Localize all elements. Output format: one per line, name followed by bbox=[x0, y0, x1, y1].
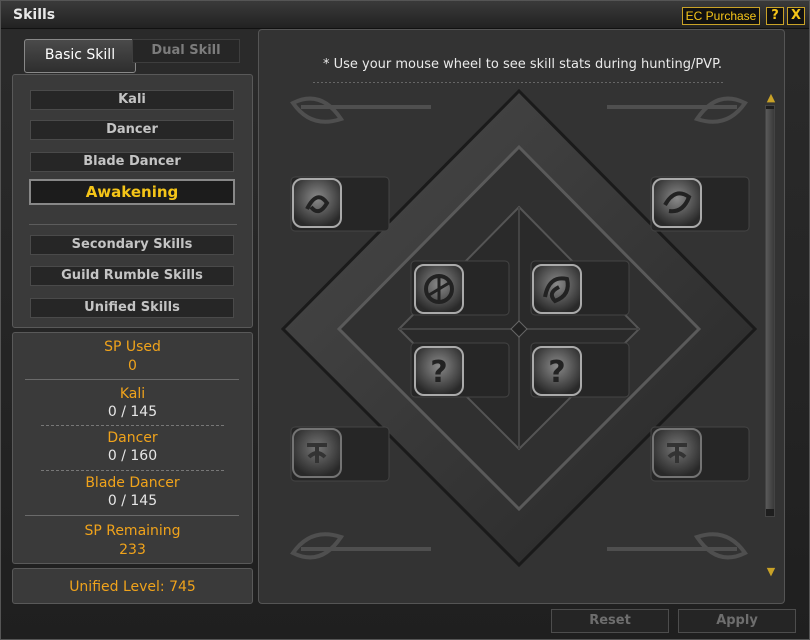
question-mark-icon: ? bbox=[548, 355, 565, 390]
nav-item-kali[interactable]: Kali bbox=[30, 90, 234, 110]
skill-slot-bottom-left[interactable] bbox=[292, 428, 342, 478]
nav-item-guild-rumble-skills[interactable]: Guild Rumble Skills bbox=[30, 266, 234, 286]
skill-slot-inner-top-left[interactable] bbox=[414, 264, 464, 314]
nav-item-awakening[interactable]: Awakening bbox=[29, 179, 235, 205]
nav-item-secondary-skills[interactable]: Secondary Skills bbox=[30, 235, 234, 255]
blade-dancer-sp-label: Blade Dancer bbox=[85, 475, 180, 491]
apply-button[interactable]: Apply bbox=[678, 609, 796, 633]
kali-sp-value: 0 / 145 bbox=[107, 404, 158, 420]
skill-tree-diagram: ? ? bbox=[281, 89, 757, 567]
sp-used-value: 0 bbox=[128, 358, 137, 374]
nav-item-unified-skills[interactable]: Unified Skills bbox=[30, 298, 234, 318]
tab-dual-skill[interactable]: Dual Skill bbox=[132, 39, 240, 63]
nav-divider bbox=[29, 224, 237, 225]
scroll-up-icon[interactable]: ▲ bbox=[762, 91, 780, 105]
skill-slot-top-left[interactable] bbox=[292, 178, 342, 228]
skill-category-nav: Kali Dancer Blade Dancer Awakening Secon… bbox=[12, 74, 253, 328]
stats-separator bbox=[25, 379, 239, 380]
kali-sp-label: Kali bbox=[119, 386, 146, 402]
reset-button[interactable]: Reset bbox=[551, 609, 669, 633]
dancer-sp-label: Dancer bbox=[107, 430, 158, 446]
skill-slot-locked-inner-bottom-left[interactable]: ? bbox=[414, 346, 464, 396]
close-button[interactable]: X bbox=[787, 7, 805, 25]
scroll-down-icon[interactable]: ▼ bbox=[762, 565, 780, 579]
help-button[interactable]: ? bbox=[766, 7, 784, 25]
nav-item-blade-dancer[interactable]: Blade Dancer bbox=[30, 152, 234, 172]
skill-slot-top-right[interactable] bbox=[652, 178, 702, 228]
skill-slot-inner-top-right[interactable] bbox=[532, 264, 582, 314]
sp-remaining-value: 233 bbox=[119, 542, 146, 558]
nav-item-dancer[interactable]: Dancer bbox=[30, 120, 234, 140]
sp-used-label: SP Used bbox=[104, 339, 161, 355]
sp-stats-panel: SP Used 0 Kali 0 / 145 Dancer 0 / 160 Bl… bbox=[12, 332, 253, 564]
unified-level-panel: Unified Level: 745 bbox=[12, 568, 253, 604]
stats-dashed-separator bbox=[41, 425, 225, 426]
unified-level-text: Unified Level: 745 bbox=[69, 579, 196, 595]
skills-window: Skills EC Purchase ? X Basic Skill Dual … bbox=[0, 0, 810, 640]
sp-remaining-label: SP Remaining bbox=[84, 523, 181, 539]
window-title: Skills bbox=[13, 7, 56, 23]
skill-slot-bottom-right[interactable] bbox=[652, 428, 702, 478]
mouse-wheel-hint: * Use your mouse wheel to see skill stat… bbox=[322, 57, 723, 72]
stats-separator bbox=[25, 515, 239, 516]
tab-basic-skill[interactable]: Basic Skill bbox=[24, 39, 136, 73]
hint-underline bbox=[313, 82, 725, 83]
title-bar[interactable]: Skills EC Purchase ? X bbox=[1, 1, 809, 29]
ec-purchase-button[interactable]: EC Purchase bbox=[682, 7, 760, 25]
scrollbar-thumb[interactable] bbox=[766, 109, 774, 509]
question-mark-icon: ? bbox=[430, 355, 447, 390]
dancer-sp-value: 0 / 160 bbox=[107, 448, 158, 464]
blade-dancer-sp-value: 0 / 145 bbox=[107, 493, 158, 509]
stats-dashed-separator bbox=[41, 470, 225, 471]
skill-slot-locked-inner-bottom-right[interactable]: ? bbox=[532, 346, 582, 396]
